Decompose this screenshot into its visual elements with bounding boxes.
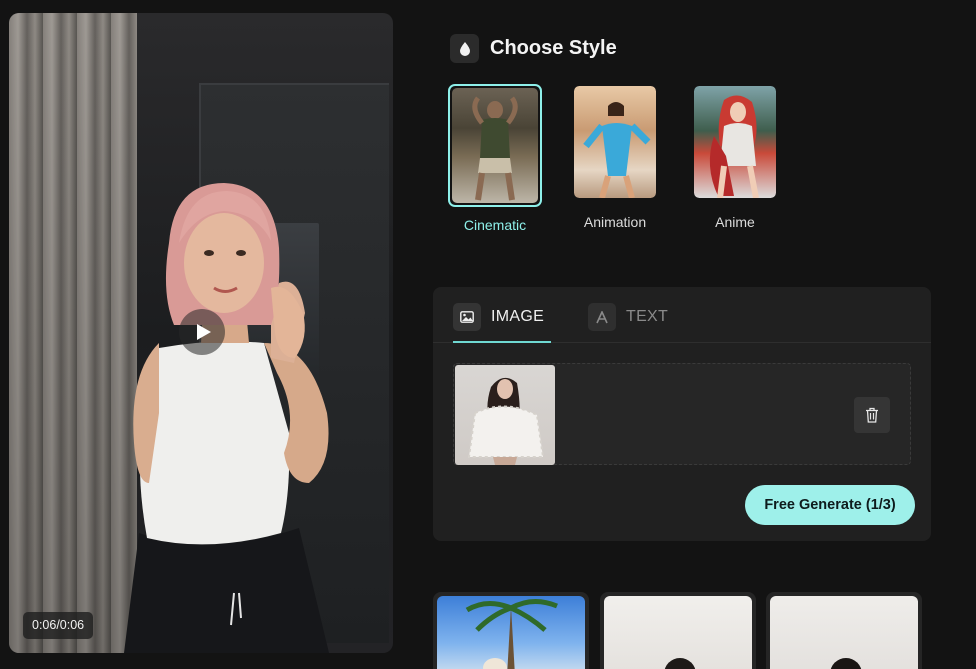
style-label: Cinematic bbox=[463, 217, 527, 233]
style-option-cinematic[interactable]: Cinematic bbox=[448, 84, 542, 233]
text-icon bbox=[588, 303, 616, 331]
style-option-animation[interactable]: Animation bbox=[568, 84, 662, 230]
play-icon bbox=[196, 324, 211, 340]
style-label: Anime bbox=[715, 214, 755, 230]
video-preview[interactable]: 0:06/0:06 bbox=[9, 13, 393, 653]
style-option-anime[interactable]: Anime bbox=[688, 84, 782, 230]
style-thumbnail bbox=[448, 84, 542, 207]
style-thumbnail bbox=[692, 84, 778, 200]
gallery-thumbnail bbox=[770, 596, 918, 669]
choose-style-header: Choose Style bbox=[450, 33, 617, 63]
trash-icon bbox=[866, 407, 878, 423]
gallery-item[interactable] bbox=[433, 592, 589, 669]
tab-image[interactable]: IMAGE bbox=[453, 303, 551, 343]
image-dropzone[interactable] bbox=[453, 363, 911, 465]
gallery-thumbnail bbox=[604, 596, 752, 669]
drop-icon bbox=[450, 33, 479, 63]
uploaded-image-thumbnail bbox=[455, 365, 555, 465]
gallery-item[interactable] bbox=[600, 592, 756, 669]
video-time-badge: 0:06/0:06 bbox=[23, 612, 94, 639]
image-icon bbox=[453, 303, 481, 331]
input-tabs: IMAGE TEXT bbox=[433, 287, 931, 343]
free-generate-button[interactable]: Free Generate (1/3) bbox=[745, 485, 915, 525]
input-panel: IMAGE TEXT Free Generate (1/3) bbox=[433, 287, 931, 541]
style-label: Animation bbox=[583, 214, 647, 230]
tab-text-label: TEXT bbox=[626, 308, 669, 325]
play-button[interactable] bbox=[179, 309, 225, 355]
choose-style-title: Choose Style bbox=[490, 36, 617, 59]
gallery-item[interactable] bbox=[766, 592, 922, 669]
style-thumbnail bbox=[572, 84, 658, 200]
tab-image-label: IMAGE bbox=[491, 308, 545, 325]
delete-image-button[interactable] bbox=[854, 397, 890, 433]
tab-text[interactable]: TEXT bbox=[588, 303, 668, 343]
gallery-thumbnail bbox=[437, 596, 585, 669]
